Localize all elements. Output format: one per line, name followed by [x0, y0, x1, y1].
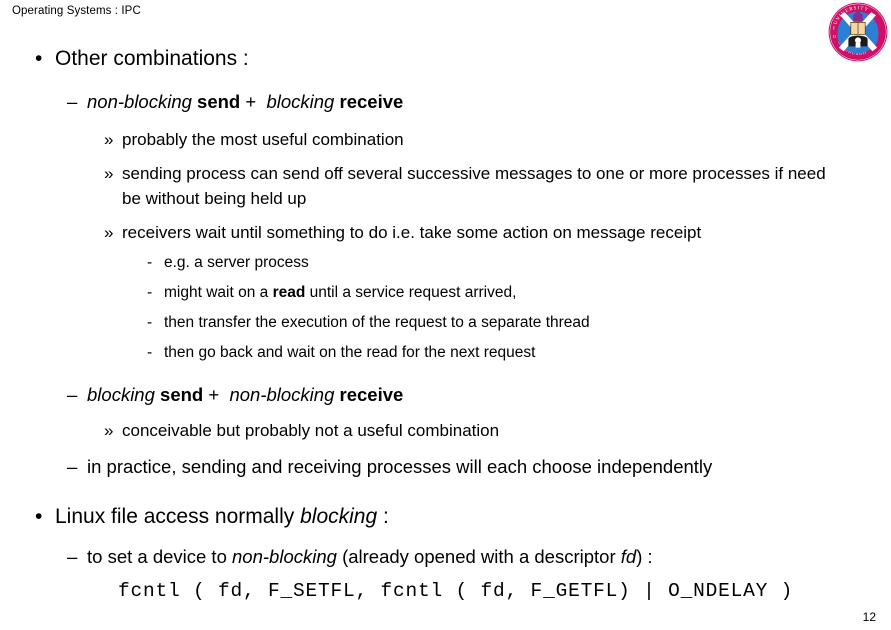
- dash-marker-icon: –: [67, 91, 78, 112]
- detail-go-back-wait-text: then go back and wait on the read for th…: [164, 344, 536, 361]
- point-sending-process-text: sending process can send off several suc…: [122, 164, 826, 208]
- point-receivers-wait: » receivers wait until something to do i.…: [104, 220, 891, 245]
- hyphen-marker-icon: -: [147, 284, 153, 301]
- point-conceivable-not-useful: » conceivable but probably not a useful c…: [104, 418, 891, 443]
- plus-sign-2: +: [208, 384, 220, 405]
- bullet-linux-file-access-post: :: [383, 505, 389, 528]
- term-non-blocking: non-blocking: [87, 91, 192, 112]
- term-blocking-2: blocking: [87, 384, 155, 405]
- slide-header-title: Operating Systems : IPC: [12, 5, 141, 17]
- dash-marker-icon: –: [67, 384, 78, 405]
- sub-nonblocking-send-blocking-receive: – non-blocking send + blocking receive: [67, 88, 891, 116]
- detail-might-wait-pre: might wait on a: [164, 284, 269, 301]
- detail-might-wait-read: - might wait on a read until a service re…: [147, 281, 891, 305]
- bullet-linux-file-access: • Linux file access normally blocking :: [35, 502, 891, 532]
- hyphen-marker-icon: -: [147, 314, 153, 331]
- term-receive-2: receive: [339, 384, 404, 405]
- guillemet-marker-icon: »: [104, 223, 114, 242]
- bullet-other-combinations: • Other combinations :: [35, 44, 891, 74]
- hyphen-marker-icon: -: [147, 254, 153, 271]
- code-fcntl-statement: fcntl ( fd, F_SETFL, fcntl ( fd, F_GETFL…: [118, 580, 794, 602]
- guillemet-marker-icon: »: [104, 130, 114, 149]
- sub-blocking-send-nonblocking-receive: – blocking send + non-blocking receive: [67, 381, 891, 409]
- detail-transfer-execution: - then transfer the execution of the requ…: [147, 311, 891, 335]
- bullet-other-combinations-text: Other combinations :: [55, 47, 249, 70]
- point-conceivable-not-useful-text: conceivable but probably not a useful co…: [122, 421, 500, 440]
- sub-in-practice-text: in practice, sending and receiving proce…: [87, 456, 713, 477]
- term-read: read: [272, 284, 306, 301]
- sub-set-device-post: ) :: [636, 546, 653, 567]
- slide-body: • Other combinations : – non-blocking send…: [0, 44, 891, 605]
- page-number: 12: [862, 610, 876, 624]
- term-non-blocking-2: non-blocking: [229, 384, 335, 405]
- term-non-blocking-3: non-blocking: [232, 546, 337, 567]
- sub-set-device-nonblocking: – to set a device to non-blocking (alread…: [67, 543, 891, 571]
- guillemet-marker-icon: »: [104, 164, 114, 183]
- plus-sign: +: [245, 91, 257, 112]
- point-receivers-wait-text: receivers wait until something to do i.e…: [122, 223, 702, 242]
- bullet-marker-icon: •: [35, 47, 43, 70]
- point-probably-most-useful: » probably the most useful combination: [104, 127, 891, 152]
- detail-server-process-text: e.g. a server process: [164, 254, 309, 271]
- sub-set-device-pre: to set a device to: [87, 546, 227, 567]
- dash-marker-icon: –: [67, 456, 78, 477]
- detail-go-back-wait: - then go back and wait on the read for t…: [147, 341, 891, 365]
- svg-text:O: O: [833, 34, 836, 39]
- bullet-marker-icon: •: [35, 505, 43, 528]
- point-sending-process: » sending process can send off several su…: [104, 161, 846, 211]
- sub-set-device-mid: (already opened with a descriptor: [342, 546, 616, 567]
- term-receive: receive: [339, 91, 404, 112]
- term-blocking-3: blocking: [300, 505, 378, 528]
- detail-server-process: - e.g. a server process: [147, 251, 891, 275]
- dash-marker-icon: –: [67, 546, 78, 567]
- term-send: send: [197, 91, 241, 112]
- detail-might-wait-post: until a service request arrived,: [309, 284, 517, 301]
- term-send-2: send: [160, 384, 204, 405]
- sub-in-practice-independently: – in practice, sending and receiving proc…: [67, 453, 891, 481]
- term-blocking: blocking: [266, 91, 335, 112]
- hyphen-marker-icon: -: [147, 344, 153, 361]
- guillemet-marker-icon: »: [104, 421, 114, 440]
- point-probably-most-useful-text: probably the most useful combination: [122, 130, 404, 149]
- term-fd: fd: [620, 546, 637, 567]
- bullet-linux-file-access-pre: Linux file access normally: [55, 505, 295, 528]
- detail-transfer-execution-text: then transfer the execution of the reque…: [164, 314, 590, 331]
